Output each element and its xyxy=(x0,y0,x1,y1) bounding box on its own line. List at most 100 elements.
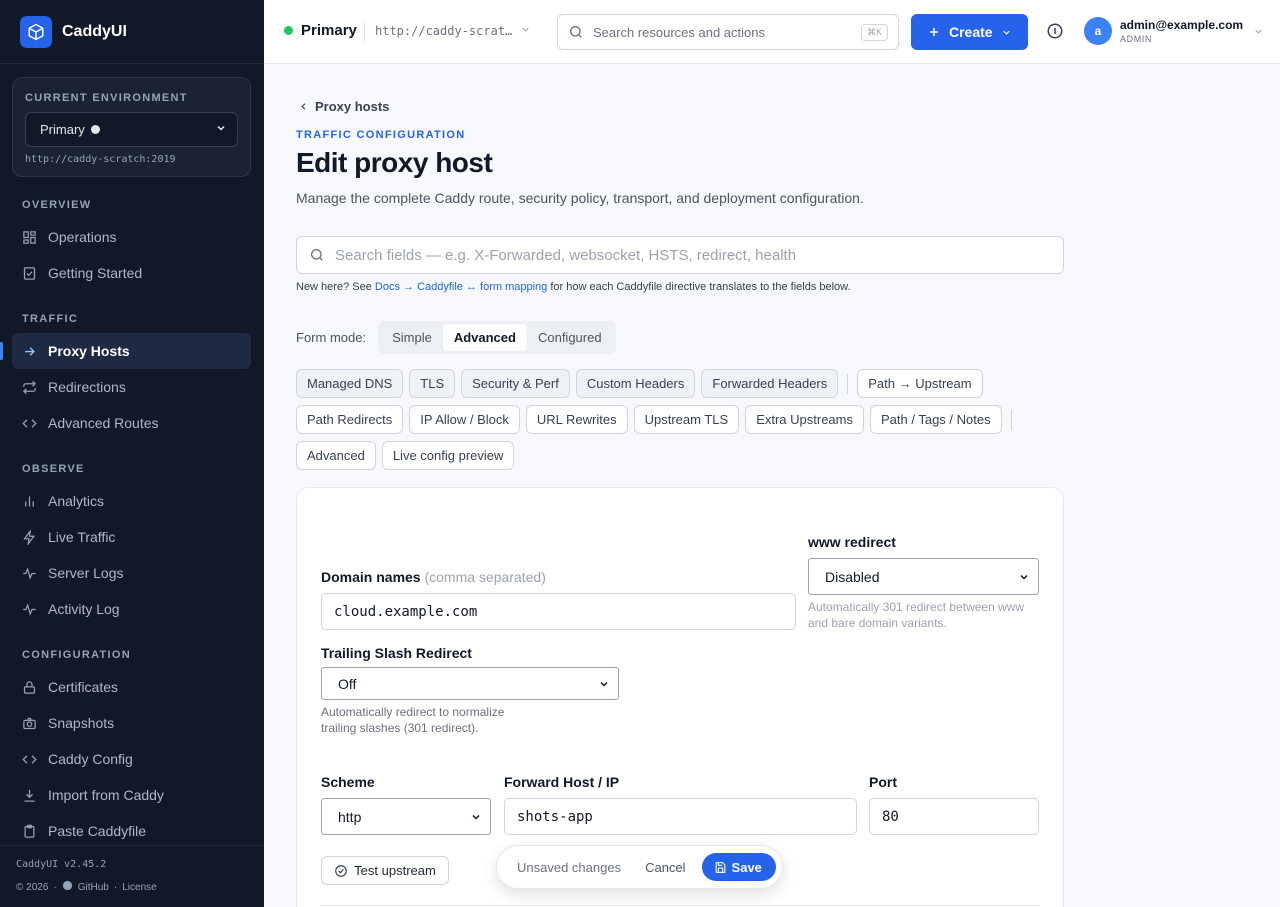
back-link[interactable]: Proxy hosts xyxy=(298,99,389,114)
sidebar-item-snapshots[interactable]: Snapshots xyxy=(12,705,251,741)
sidebar-item-caddy-config[interactable]: Caddy Config xyxy=(12,741,251,777)
environment-select[interactable]: Primary xyxy=(25,112,238,147)
avatar: a xyxy=(1084,17,1112,45)
environment-url: http://caddy-scrat… xyxy=(375,24,513,38)
form-mode-configured[interactable]: Configured xyxy=(527,324,613,351)
scheme-select[interactable]: http xyxy=(321,798,491,835)
camera-icon xyxy=(20,714,38,732)
chevron-down-icon xyxy=(1253,26,1264,37)
form-mode-toggle: Simple Advanced Configured xyxy=(378,321,616,354)
trailing-slash-select[interactable]: Off xyxy=(321,667,619,700)
test-upstream-button[interactable]: Test upstream xyxy=(321,856,449,885)
chip-forwarded-headers[interactable]: Forwarded Headers xyxy=(701,369,839,398)
forward-host-input[interactable]: shots-app xyxy=(504,798,857,835)
sidebar-item-label: Advanced Routes xyxy=(48,415,159,431)
help-text: New here? See Docs → Caddyfile ↔ form ma… xyxy=(296,281,851,293)
www-redirect-select[interactable]: Disabled xyxy=(808,558,1039,595)
sidebar-item-label: Activity Log xyxy=(48,601,120,617)
www-redirect-value: Disabled xyxy=(825,568,880,585)
domain-names-label: Domain names (comma separated) xyxy=(321,569,546,585)
form-mode-simple[interactable]: Simple xyxy=(381,324,443,351)
activity-icon xyxy=(20,564,38,582)
user-menu[interactable]: a admin@example.com ADMIN xyxy=(1084,17,1264,45)
code-icon xyxy=(20,414,38,432)
environment-url-select[interactable]: http://caddy-scrat… xyxy=(375,24,531,38)
chip-custom-headers[interactable]: Custom Headers xyxy=(575,369,696,398)
chip-live-config-preview[interactable]: Live config preview xyxy=(381,441,515,470)
sidebar-item-label: Certificates xyxy=(48,679,119,695)
cancel-button[interactable]: Cancel xyxy=(645,860,685,875)
copyright-text: © 2026 xyxy=(16,881,49,893)
user-email: admin@example.com xyxy=(1120,18,1244,32)
global-search[interactable]: Search resources and actions ⌘K xyxy=(557,14,899,50)
chevron-down-icon xyxy=(470,811,482,823)
page-title: Edit proxy host xyxy=(296,147,493,178)
chip-ip-allow-block[interactable]: IP Allow / Block xyxy=(409,405,520,434)
sidebar-item-label: Caddy Config xyxy=(48,751,133,767)
chip-path-upstream[interactable]: Path → Upstream xyxy=(857,369,983,398)
www-redirect-help: Automatically 301 redirect between www a… xyxy=(808,600,1025,630)
bar-chart-icon xyxy=(20,492,38,510)
sidebar-item-server-logs[interactable]: Server Logs xyxy=(12,555,251,591)
environment-label: CURRENT ENVIRONMENT xyxy=(25,92,188,104)
chip-url-rewrites[interactable]: URL Rewrites xyxy=(525,405,628,434)
chip-security-perf[interactable]: Security & Perf xyxy=(461,369,570,398)
divider xyxy=(364,20,365,44)
brand[interactable]: CaddyUI xyxy=(0,0,264,64)
environment-indicator[interactable]: Primary xyxy=(284,22,357,39)
help-prefix: New here? See xyxy=(296,281,375,293)
unsaved-status: Unsaved changes xyxy=(517,859,622,875)
github-link[interactable]: GitHub xyxy=(78,882,109,893)
sidebar-item-label: Redirections xyxy=(48,379,126,395)
pulse-icon xyxy=(20,600,38,618)
chevron-down-icon xyxy=(598,678,610,690)
code-icon xyxy=(20,750,38,768)
sidebar-footer: CaddyUI v2.45.2 © 2026 · GitHub · Licens… xyxy=(0,845,264,907)
help-suffix: for how each Caddyfile directive transla… xyxy=(547,281,851,293)
sidebar-item-redirections[interactable]: Redirections xyxy=(12,369,251,405)
form-mode-label: Form mode: xyxy=(296,330,367,345)
chip-extra-upstreams[interactable]: Extra Upstreams xyxy=(745,405,864,434)
sidebar-item-operations[interactable]: Operations xyxy=(12,219,251,255)
chip-advanced[interactable]: Advanced xyxy=(296,441,376,470)
sidebar-item-advanced-routes[interactable]: Advanced Routes xyxy=(12,405,251,441)
create-label: Create xyxy=(949,24,993,40)
search-placeholder: Search resources and actions xyxy=(593,24,765,40)
license-link[interactable]: License xyxy=(122,882,156,893)
info-icon[interactable] xyxy=(1046,22,1064,45)
nav-section-overview: OVERVIEW xyxy=(22,199,92,211)
section-chips-row-3: Advanced Live config preview xyxy=(296,441,515,470)
form-mode-advanced[interactable]: Advanced xyxy=(442,324,527,351)
save-bar: Unsaved changes Cancel Save xyxy=(496,845,783,889)
domain-names-label-text: Domain names xyxy=(321,569,421,585)
plus-icon xyxy=(927,25,941,39)
sidebar-item-certificates[interactable]: Certificates xyxy=(12,669,251,705)
sidebar-item-proxy-hosts[interactable]: Proxy Hosts xyxy=(12,333,251,369)
chip-path-redirects[interactable]: Path Redirects xyxy=(296,405,404,434)
field-search-input[interactable]: Search fields — e.g. X-Forwarded, websoc… xyxy=(296,236,1064,274)
sidebar-item-activity-log[interactable]: Activity Log xyxy=(12,591,251,627)
chip-path-tags-notes[interactable]: Path / Tags / Notes xyxy=(870,405,1002,434)
chip-divider xyxy=(1010,409,1012,430)
sidebar-item-paste-caddyfile[interactable]: Paste Caddyfile xyxy=(12,813,251,849)
sidebar-item-label: Proxy Hosts xyxy=(48,343,130,359)
domain-names-input[interactable]: cloud.example.com xyxy=(321,593,796,630)
floppy-disk-icon xyxy=(714,861,727,874)
sidebar-item-getting-started[interactable]: Getting Started xyxy=(12,255,251,291)
chip-managed-dns[interactable]: Managed DNS xyxy=(296,369,404,398)
create-button[interactable]: Create xyxy=(911,14,1028,50)
chevron-down-icon xyxy=(1001,27,1012,38)
port-input[interactable]: 80 xyxy=(869,798,1039,835)
sidebar-item-live-traffic[interactable]: Live Traffic xyxy=(12,519,251,555)
nav-section-observe: OBSERVE xyxy=(22,463,85,475)
sidebar: CaddyUI CURRENT ENVIRONMENT Primary http… xyxy=(0,0,264,907)
chip-tls[interactable]: TLS xyxy=(409,369,456,398)
sidebar-item-analytics[interactable]: Analytics xyxy=(12,483,251,519)
docs-link[interactable]: Docs → Caddyfile ↔ form mapping xyxy=(375,281,547,293)
grid-icon xyxy=(20,228,38,246)
search-icon xyxy=(309,247,325,263)
chip-upstream-tls[interactable]: Upstream TLS xyxy=(633,405,740,434)
save-button[interactable]: Save xyxy=(701,853,776,881)
sidebar-item-import-from-caddy[interactable]: Import from Caddy xyxy=(12,777,251,813)
sidebar-item-label: Paste Caddyfile xyxy=(48,823,147,839)
